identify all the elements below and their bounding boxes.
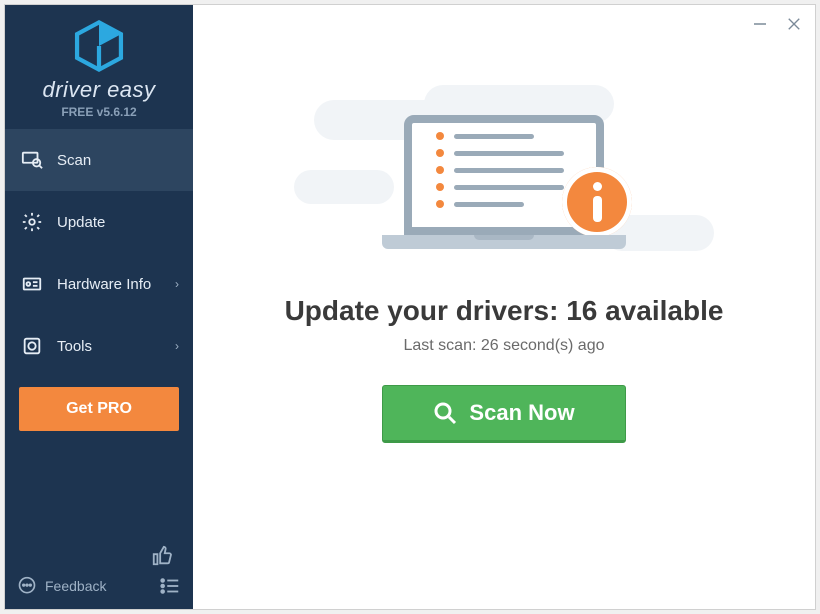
tools-icon xyxy=(21,335,43,357)
brand-block: driver easy FREE v5.6.12 xyxy=(5,5,193,129)
get-pro-button[interactable]: Get PRO xyxy=(19,387,179,431)
app-logo-icon xyxy=(72,19,126,73)
sidebar-footer: Feedback xyxy=(5,535,193,609)
last-scan-text: Last scan: 26 second(s) ago xyxy=(403,337,604,355)
monitor-search-icon xyxy=(21,149,43,171)
nav-tools[interactable]: Tools › xyxy=(5,315,193,377)
nav-scan[interactable]: Scan xyxy=(5,129,193,191)
minimize-button[interactable] xyxy=(749,13,771,35)
nav-update-label: Update xyxy=(57,214,105,231)
scan-now-label: Scan Now xyxy=(469,400,574,426)
feedback-label: Feedback xyxy=(45,578,106,594)
nav-hardware-info[interactable]: Hardware Info › xyxy=(5,253,193,315)
close-button[interactable] xyxy=(783,13,805,35)
chevron-right-icon: › xyxy=(175,277,179,291)
nav-tools-label: Tools xyxy=(57,338,92,355)
nav: Scan Update Hardware Info › Tools xyxy=(5,129,193,377)
laptop-icon xyxy=(404,115,604,235)
app-window: driver easy FREE v5.6.12 Scan Update xyxy=(4,4,816,610)
nav-hardware-label: Hardware Info xyxy=(57,276,151,293)
info-badge-icon xyxy=(562,167,632,237)
chat-icon xyxy=(17,576,37,596)
hero-illustration xyxy=(354,75,654,265)
nav-scan-label: Scan xyxy=(57,152,91,169)
brand-version: FREE v5.6.12 xyxy=(61,105,136,119)
gear-icon xyxy=(21,211,43,233)
brand-name: driver easy xyxy=(42,77,155,103)
get-pro-label: Get PRO xyxy=(66,400,132,418)
feedback-button[interactable]: Feedback xyxy=(17,576,106,596)
list-icon[interactable] xyxy=(159,575,181,597)
scan-now-button[interactable]: Scan Now xyxy=(382,385,626,443)
hardware-icon xyxy=(21,273,43,295)
search-icon xyxy=(433,401,457,425)
sidebar: driver easy FREE v5.6.12 Scan Update xyxy=(5,5,193,609)
headline: Update your drivers: 16 available xyxy=(285,295,724,327)
main-panel: Update your drivers: 16 available Last s… xyxy=(193,5,815,609)
nav-update[interactable]: Update xyxy=(5,191,193,253)
thumbs-up-icon[interactable] xyxy=(151,545,173,567)
window-controls xyxy=(749,13,805,35)
chevron-right-icon: › xyxy=(175,339,179,353)
